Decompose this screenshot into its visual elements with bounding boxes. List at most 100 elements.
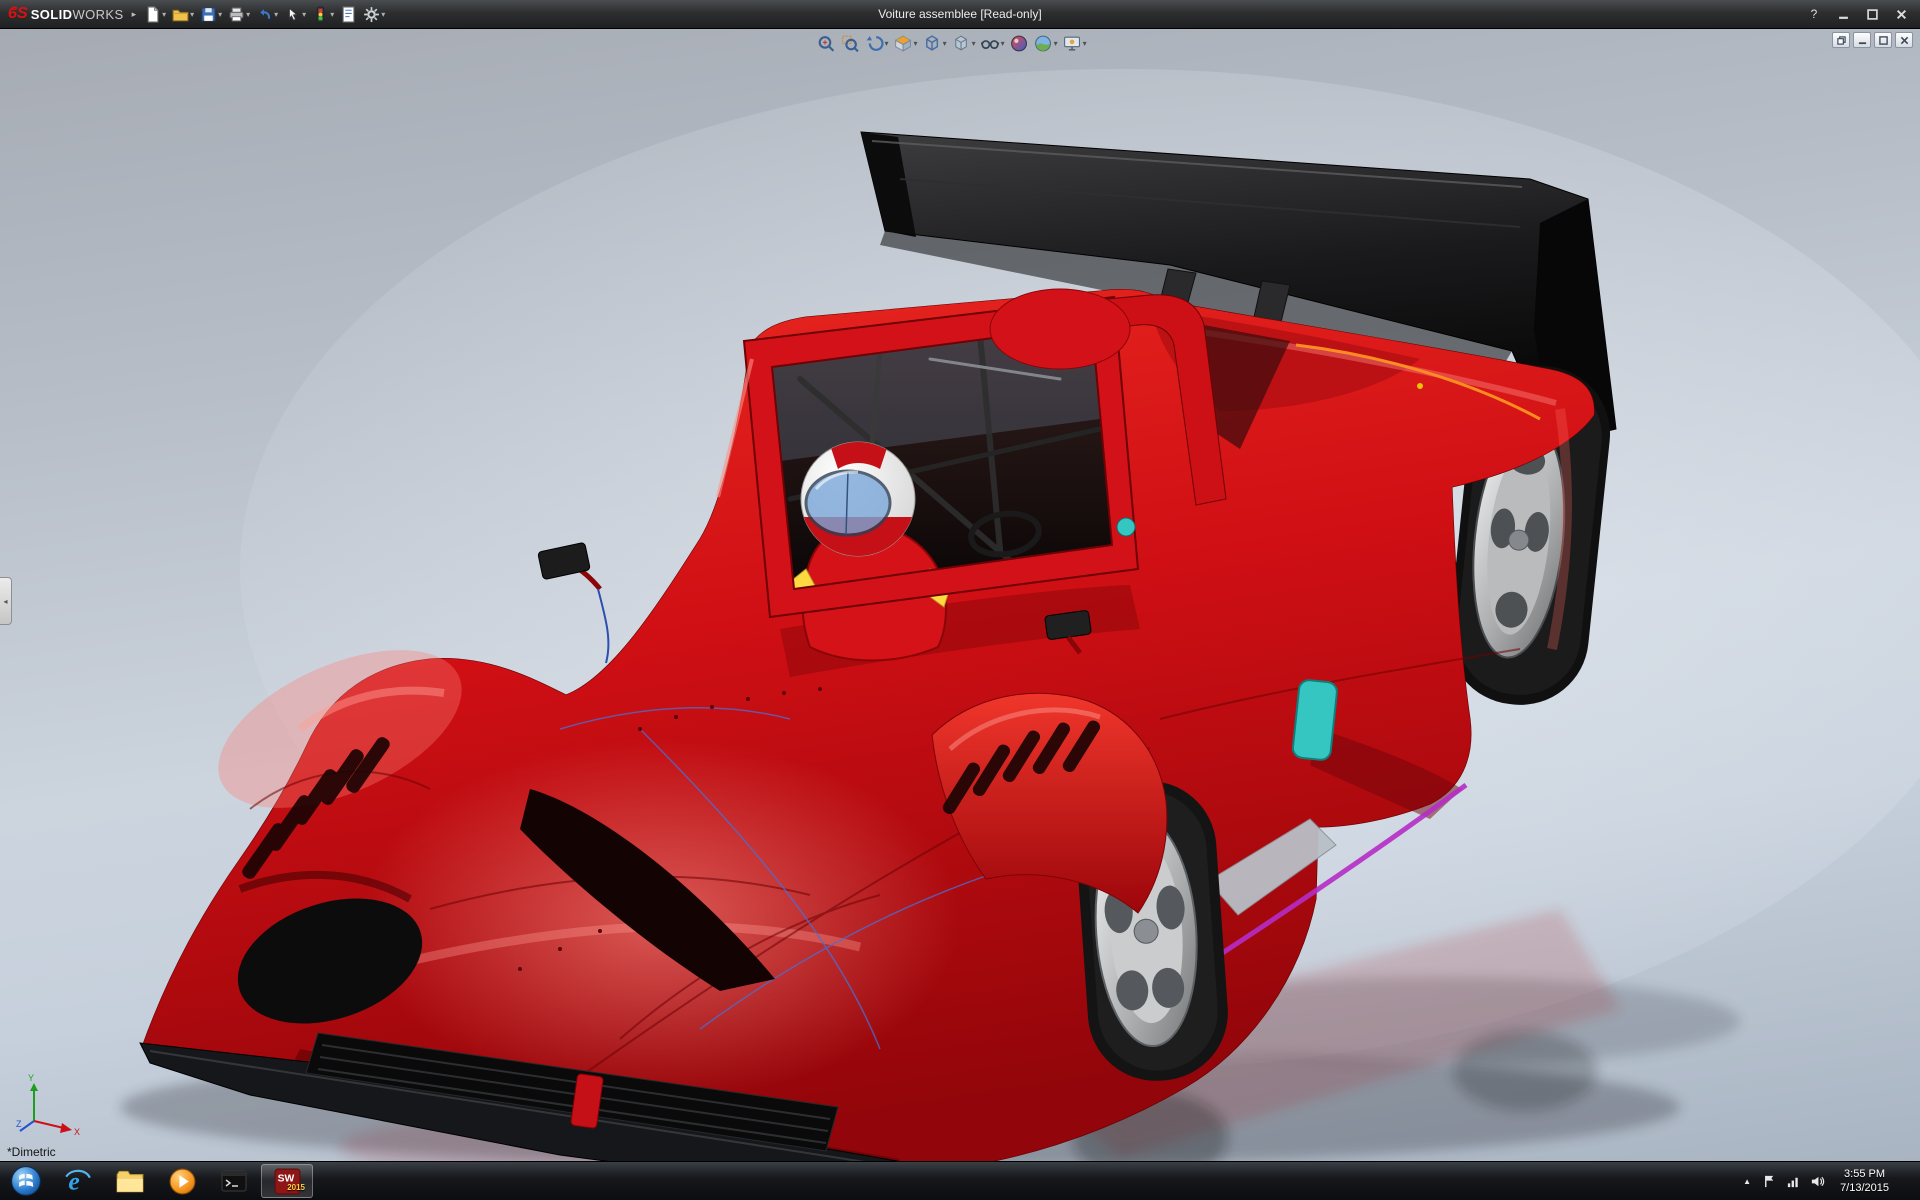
document-close-button[interactable] — [1895, 32, 1913, 48]
taskpane-flyout-tab[interactable]: ◂ — [0, 577, 12, 625]
view-settings-button[interactable]: ▾ — [1062, 33, 1088, 54]
model-viewport-canvas[interactable] — [0, 29, 1920, 1161]
graphics-viewport[interactable]: ▾ ▾ ▾ ▾ ▾ ▾ ▾ ◂ Y X Z *Dimetric — [0, 29, 1920, 1161]
close-button[interactable] — [1894, 6, 1908, 22]
titlebar: ϐS SOLIDWORKS ▸ ▾ ▾ ▾ ▾ ▾ ▾ ▾ ▾ Voiture assembl… — [0, 0, 1920, 29]
taskbar-start-button[interactable] — [0, 1162, 52, 1200]
dropdown-arrow-icon[interactable]: ▾ — [162, 10, 166, 19]
system-tray: ▲ 3:55 PM 7/13/2015 — [1741, 1162, 1920, 1200]
dropdown-arrow-icon[interactable]: ▾ — [914, 39, 918, 48]
hide-show-items-button[interactable]: ▾ — [980, 33, 1006, 54]
document-minimize-button[interactable] — [1853, 32, 1871, 48]
taskbar-items: e SW2015 — [0, 1162, 314, 1200]
svg-text:Z: Z — [16, 1119, 22, 1129]
tray-expand-icon[interactable]: ▲ — [1741, 1177, 1753, 1186]
options-button[interactable]: ▾ — [361, 3, 387, 26]
print-button[interactable]: ▾ — [226, 3, 252, 26]
view-orientation-icon — [923, 34, 942, 53]
options-icon — [363, 6, 380, 23]
dropdown-arrow-icon[interactable]: ▾ — [972, 39, 976, 48]
file-explorer-icon — [115, 1167, 145, 1195]
apply-scene-icon — [1034, 34, 1053, 53]
file-properties-button[interactable] — [338, 3, 359, 26]
minimize-button[interactable] — [1836, 6, 1850, 22]
menu-expand-arrow-icon[interactable]: ▸ — [132, 9, 137, 20]
headsup-view-toolbar: ▾ ▾ ▾ ▾ ▾ ▾ ▾ — [812, 32, 1092, 55]
taskbar-command-prompt-button[interactable] — [208, 1162, 260, 1200]
new-document-button[interactable]: ▾ — [142, 3, 168, 26]
taskbar-file-explorer-button[interactable] — [104, 1162, 156, 1200]
apply-scene-button[interactable]: ▾ — [1033, 33, 1059, 54]
help-button[interactable]: ? — [1807, 6, 1821, 22]
open-icon — [172, 6, 189, 23]
previous-view-icon — [865, 34, 884, 53]
select-button[interactable]: ▾ — [282, 3, 308, 26]
solidworks-logo-icon: ϐS — [8, 6, 28, 22]
command-prompt-icon — [219, 1167, 249, 1195]
new-document-icon — [144, 6, 161, 23]
hide-show-items-icon — [981, 34, 1000, 53]
dropdown-arrow-icon[interactable]: ▾ — [246, 10, 250, 19]
view-orientation-button[interactable]: ▾ — [922, 33, 948, 54]
dropdown-arrow-icon[interactable]: ▾ — [330, 10, 334, 19]
dropdown-arrow-icon[interactable]: ▾ — [1054, 39, 1058, 48]
dropdown-arrow-icon[interactable]: ▾ — [885, 39, 889, 48]
taskbar-internet-explorer-button[interactable]: e — [52, 1162, 104, 1200]
dropdown-arrow-icon[interactable]: ▾ — [274, 10, 278, 19]
file-properties-icon — [340, 6, 357, 23]
undo-button[interactable]: ▾ — [254, 3, 280, 26]
section-view-icon — [894, 34, 913, 53]
zoom-to-fit-button[interactable] — [816, 33, 837, 54]
windows-taskbar: e SW2015 ▲ 3:55 PM 7/13/2015 — [0, 1161, 1920, 1200]
edit-appearance-button[interactable] — [1009, 33, 1030, 54]
taskbar-solidworks-2015-button[interactable]: SW2015 — [261, 1164, 313, 1198]
network-icon[interactable] — [1786, 1174, 1801, 1189]
document-title: Voiture assemblee [Read-only] — [878, 7, 1041, 21]
select-icon — [284, 6, 301, 23]
save-icon — [200, 6, 217, 23]
orientation-triad: Y X Z — [16, 1071, 86, 1137]
app-name-bold: SOLID — [31, 7, 73, 22]
solidworks-2015-badge: 2015 — [287, 1183, 305, 1192]
section-view-button[interactable]: ▾ — [893, 33, 919, 54]
undo-icon — [256, 6, 273, 23]
document-maximize-button[interactable] — [1874, 32, 1892, 48]
headrest-fairing — [990, 289, 1130, 369]
dropdown-arrow-icon[interactable]: ▾ — [943, 39, 947, 48]
dropdown-arrow-icon[interactable]: ▾ — [190, 10, 194, 19]
main-toolbar: ▾ ▾ ▾ ▾ ▾ ▾ ▾ ▾ — [142, 3, 387, 26]
solidworks-window: ϐS SOLIDWORKS ▸ ▾ ▾ ▾ ▾ ▾ ▾ ▾ ▾ Voiture assembl… — [0, 0, 1920, 1200]
edit-appearance-icon — [1010, 34, 1029, 53]
zoom-to-fit-icon — [817, 34, 836, 53]
display-style-icon — [952, 34, 971, 53]
tray-time: 3:55 PM — [1840, 1167, 1889, 1181]
display-style-button[interactable]: ▾ — [951, 33, 977, 54]
tray-clock[interactable]: 3:55 PM 7/13/2015 — [1834, 1167, 1895, 1196]
internet-explorer-icon: e — [63, 1166, 93, 1196]
app-name-light: WORKS — [72, 7, 123, 22]
dropdown-arrow-icon[interactable]: ▾ — [1001, 39, 1005, 48]
window-controls: ? — [1807, 6, 1920, 22]
print-icon — [228, 6, 245, 23]
dropdown-arrow-icon[interactable]: ▾ — [381, 10, 385, 19]
rebuild-button[interactable]: ▾ — [310, 3, 336, 26]
open-button[interactable]: ▾ — [170, 3, 196, 26]
document-restore-button[interactable] — [1832, 32, 1850, 48]
cockpit-teal-detail — [1117, 518, 1135, 536]
media-player-icon — [168, 1167, 197, 1196]
volume-icon[interactable] — [1810, 1174, 1825, 1189]
app-name: SOLIDWORKS — [31, 7, 124, 22]
view-orientation-label: *Dimetric — [7, 1145, 56, 1159]
zoom-to-area-button[interactable] — [840, 33, 861, 54]
action-center-icon[interactable] — [1762, 1174, 1777, 1189]
svg-text:X: X — [74, 1127, 80, 1137]
tray-date: 7/13/2015 — [1840, 1181, 1889, 1195]
view-settings-icon — [1063, 34, 1082, 53]
taskbar-media-player-button[interactable] — [156, 1162, 208, 1200]
save-button[interactable]: ▾ — [198, 3, 224, 26]
previous-view-button[interactable]: ▾ — [864, 33, 890, 54]
maximize-button[interactable] — [1865, 6, 1879, 22]
dropdown-arrow-icon[interactable]: ▾ — [302, 10, 306, 19]
dropdown-arrow-icon[interactable]: ▾ — [1083, 39, 1087, 48]
dropdown-arrow-icon[interactable]: ▾ — [218, 10, 222, 19]
